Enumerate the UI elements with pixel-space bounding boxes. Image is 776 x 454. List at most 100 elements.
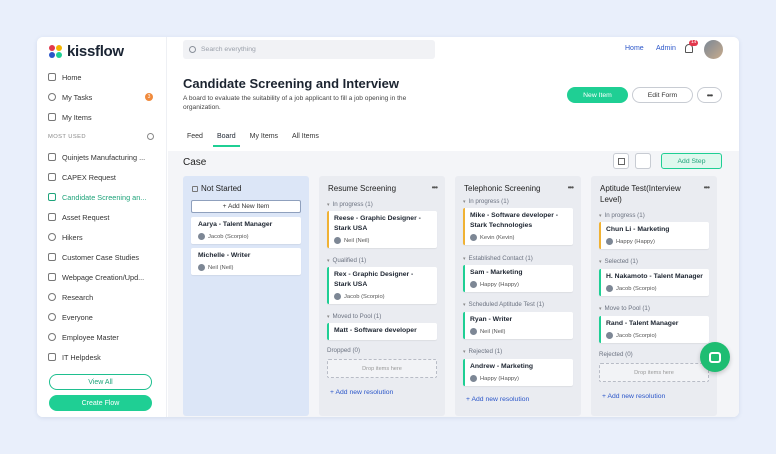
chat-button[interactable] bbox=[700, 342, 730, 372]
card-title: Ryan - Writer bbox=[470, 316, 513, 323]
expand-button-2[interactable] bbox=[635, 153, 651, 169]
board-icon bbox=[48, 353, 56, 361]
drop-zone[interactable]: Drop items here bbox=[327, 359, 437, 378]
section-most-used: MOST USED bbox=[37, 127, 167, 147]
group-label[interactable]: ▾ Qualified (1) bbox=[327, 257, 366, 264]
drop-zone[interactable]: Drop items here bbox=[599, 363, 709, 382]
add-new-resolution-link[interactable]: + Add new resolution bbox=[330, 389, 393, 396]
card-title: Michelle - Writer bbox=[198, 252, 251, 259]
sidebar-item-home[interactable]: Home bbox=[37, 67, 167, 87]
user-avatar bbox=[470, 375, 477, 382]
search-input[interactable]: Search everything bbox=[183, 40, 435, 59]
sidebar-item-hikers[interactable]: Hikers bbox=[37, 227, 167, 247]
group-label[interactable]: ▾ Established Contact (1) bbox=[463, 255, 533, 262]
tab-my-items[interactable]: My Items bbox=[246, 128, 282, 144]
home-link[interactable]: Home bbox=[625, 45, 644, 52]
card-assignee: Neil (Neil) bbox=[198, 264, 296, 271]
item-card[interactable]: Sam - Marketing Happy (Happy) bbox=[463, 265, 573, 292]
chevron-down-icon: ▾ bbox=[327, 257, 330, 264]
sidebar-item-quinjets[interactable]: Quinjets Manufacturing ... bbox=[37, 147, 167, 167]
group-label-text: Move to Pool (1) bbox=[604, 305, 650, 312]
item-card[interactable]: Matt - Software developer bbox=[327, 323, 437, 340]
search-placeholder: Search everything bbox=[201, 46, 256, 53]
tab-feed[interactable]: Feed bbox=[183, 128, 207, 144]
sidebar-item-employee-master[interactable]: Employee Master bbox=[37, 327, 167, 347]
group-label-text: Rejected (1) bbox=[468, 348, 503, 355]
create-flow-button[interactable]: Create Flow bbox=[49, 395, 152, 411]
item-card[interactable]: Reese - Graphic Designer - Stark USA Nei… bbox=[327, 211, 437, 248]
group-label[interactable]: ▾ Scheduled Aptitude Test (1) bbox=[463, 301, 544, 308]
users-icon bbox=[48, 313, 56, 321]
column-menu-button[interactable]: ••• bbox=[432, 183, 438, 192]
assignee-name: Happy (Happy) bbox=[480, 281, 519, 288]
item-card[interactable]: Rex - Graphic Designer - Stark USA Jacob… bbox=[327, 267, 437, 304]
user-avatar bbox=[606, 285, 613, 292]
item-card[interactable]: Rand - Talent Manager Jacob (Scorpio) bbox=[599, 316, 709, 343]
avatar[interactable] bbox=[704, 40, 723, 59]
topbar: Search everything Home Admin 14 bbox=[168, 37, 739, 63]
item-card[interactable]: Mike - Software developer - Stark Techno… bbox=[463, 208, 573, 245]
add-new-resolution-link[interactable]: + Add new resolution bbox=[602, 393, 665, 400]
logo[interactable]: kissflow bbox=[49, 43, 124, 60]
item-card[interactable]: H. Nakamoto - Talent Manager Jacob (Scor… bbox=[599, 269, 709, 296]
group-label[interactable]: ▾ Rejected (1) bbox=[463, 348, 502, 355]
item-card[interactable]: Aarya - Talent Manager Jacob (Scorpio) bbox=[191, 217, 301, 244]
item-card[interactable]: Andrew - Marketing Happy (Happy) bbox=[463, 359, 573, 386]
tabs: Feed Board My Items All Items bbox=[183, 128, 329, 147]
add-new-resolution-link[interactable]: + Add new resolution bbox=[466, 396, 529, 403]
group-label[interactable]: ▾ In progress (1) bbox=[599, 212, 645, 219]
group-label[interactable]: ▾ Moved to Pool (1) bbox=[327, 313, 381, 320]
group-label-text: In progress (1) bbox=[332, 201, 373, 208]
clipboard-icon bbox=[48, 213, 56, 221]
section-label: MOST USED bbox=[48, 134, 86, 140]
card-assignee: Kevin (Kevin) bbox=[470, 234, 568, 241]
chevron-down-icon: ▾ bbox=[327, 313, 330, 320]
sidebar-item-candidate-screening[interactable]: Candidate Screening an... bbox=[37, 187, 167, 207]
sidebar: kissflow Home My Tasks 3 My Items MOST U… bbox=[37, 37, 167, 417]
card-title: Sam - Marketing bbox=[470, 269, 523, 276]
group-label-text: Established Contact (1) bbox=[468, 255, 533, 262]
item-card[interactable]: Chun Li - Marketing Happy (Happy) bbox=[599, 222, 709, 249]
column-menu-button[interactable]: ••• bbox=[704, 183, 710, 192]
edit-form-button[interactable]: Edit Form bbox=[632, 87, 693, 103]
more-options-button[interactable]: ••• bbox=[697, 87, 722, 103]
group-label[interactable]: ▾ Move to Pool (1) bbox=[599, 305, 650, 312]
sidebar-item-capex[interactable]: CAPEX Request bbox=[37, 167, 167, 187]
sidebar-item-asset-request[interactable]: Asset Request bbox=[37, 207, 167, 227]
brand-name: kissflow bbox=[67, 43, 124, 60]
users-icon bbox=[48, 293, 56, 301]
group-label[interactable]: ▾ In progress (1) bbox=[327, 201, 373, 208]
users-icon bbox=[48, 233, 56, 241]
sidebar-item-label: Customer Case Studies bbox=[62, 252, 140, 262]
item-card[interactable]: Michelle - Writer Neil (Neil) bbox=[191, 248, 301, 275]
chevron-down-icon: ▾ bbox=[463, 198, 466, 205]
search-icon[interactable] bbox=[147, 133, 154, 140]
filter-button[interactable] bbox=[613, 153, 629, 169]
user-avatar bbox=[606, 238, 613, 245]
search-icon bbox=[189, 46, 196, 53]
sidebar-item-my-tasks[interactable]: My Tasks 3 bbox=[37, 87, 167, 107]
view-all-button[interactable]: View All bbox=[49, 374, 152, 390]
add-step-button[interactable]: Add Step bbox=[661, 153, 722, 169]
card-title: Rex - Graphic Designer - Stark USA bbox=[334, 271, 414, 288]
sidebar-item-it-helpdesk[interactable]: IT Helpdesk bbox=[37, 347, 167, 367]
sidebar-item-my-items[interactable]: My Items bbox=[37, 107, 167, 127]
group-label[interactable]: ▾ Selected (1) bbox=[599, 258, 638, 265]
group-label-text: Qualified (1) bbox=[332, 257, 367, 264]
group-label[interactable]: ▾ In progress (1) bbox=[463, 198, 509, 205]
sidebar-item-webpage-creation[interactable]: Webpage Creation/Upd... bbox=[37, 267, 167, 287]
sidebar-item-everyone[interactable]: Everyone bbox=[37, 307, 167, 327]
tab-board[interactable]: Board bbox=[212, 128, 240, 147]
sidebar-item-label: Candidate Screening an... bbox=[62, 192, 147, 202]
page-description: A board to evaluate the suitability of a… bbox=[183, 95, 407, 111]
sidebar-item-research[interactable]: Research bbox=[37, 287, 167, 307]
item-card[interactable]: Ryan - Writer Neil (Neil) bbox=[463, 312, 573, 339]
assignee-name: Neil (Neil) bbox=[344, 237, 370, 244]
admin-link[interactable]: Admin bbox=[656, 45, 676, 52]
sidebar-item-customer-case-studies[interactable]: Customer Case Studies bbox=[37, 247, 167, 267]
add-new-item-button[interactable]: + Add New Item bbox=[191, 200, 301, 213]
column-menu-button[interactable]: ••• bbox=[568, 183, 574, 192]
new-item-button[interactable]: New Item bbox=[567, 87, 628, 103]
tab-all-items[interactable]: All Items bbox=[288, 128, 323, 144]
flow-icon bbox=[48, 253, 56, 261]
